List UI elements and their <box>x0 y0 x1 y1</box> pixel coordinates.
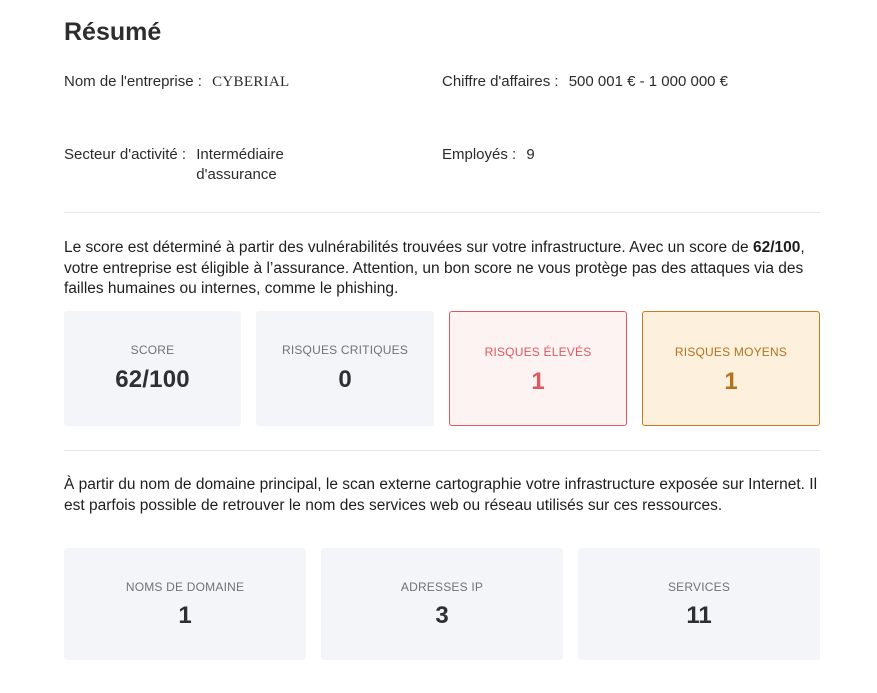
company-name-field: Nom de l'entreprise : CYBERIAL <box>64 72 290 92</box>
divider <box>64 212 820 213</box>
medium-risks-card: RISQUES MOYENS 1 <box>642 311 820 426</box>
domain-names-label: NOMS DE DOMAINE <box>125 580 245 594</box>
high-risks-card: RISQUES ÉLEVÉS 1 <box>449 311 627 426</box>
revenue-value: 500 001 € - 1 000 000 € <box>568 73 729 90</box>
sector-value: Intermédiaire d'assurance <box>196 145 284 185</box>
services-value: 11 <box>686 602 712 629</box>
medium-risks-label: RISQUES MOYENS <box>674 345 788 359</box>
high-risks-value: 1 <box>531 368 545 395</box>
sector-label: Secteur d'activité : <box>64 146 187 163</box>
company-name-label: Nom de l'entreprise : <box>64 73 202 90</box>
summary-page: Résumé Nom de l'entreprise : CYBERIAL Ch… <box>0 0 877 693</box>
score-card: SCORE 62/100 <box>64 311 241 426</box>
divider <box>64 450 820 451</box>
revenue-label: Chiffre d'affaires : <box>442 73 559 90</box>
score-description-bold: 62/100 <box>752 239 801 256</box>
score-card-value: 62/100 <box>115 366 190 393</box>
critical-risks-label: RISQUES CRITIQUES <box>281 343 409 357</box>
domain-names-value: 1 <box>178 602 192 629</box>
employees-value: 9 <box>526 146 535 163</box>
score-description-start: Le score est déterminé à partir des vuln… <box>64 239 753 256</box>
page-title: Résumé <box>64 18 162 46</box>
services-card: SERVICES 11 <box>578 548 820 660</box>
employees-field: Employés : 9 <box>442 145 535 165</box>
ip-addresses-label: ADRESSES IP <box>400 580 484 594</box>
scan-description: À partir du nom de domaine principal, le… <box>64 476 818 514</box>
domain-names-card: NOMS DE DOMAINE 1 <box>64 548 306 660</box>
sector-value-line2: d'assurance <box>196 166 277 183</box>
sector-value-line1: Intermédiaire <box>196 146 284 163</box>
score-card-label: SCORE <box>130 343 175 357</box>
services-label: SERVICES <box>667 580 731 594</box>
revenue-field: Chiffre d'affaires : 500 001 € - 1 000 0… <box>442 72 728 92</box>
ip-addresses-value: 3 <box>435 602 449 629</box>
critical-risks-value: 0 <box>338 366 352 393</box>
sector-field: Secteur d'activité : Intermédiaire d'ass… <box>64 145 284 185</box>
ip-addresses-card: ADRESSES IP 3 <box>321 548 563 660</box>
critical-risks-card: RISQUES CRITIQUES 0 <box>256 311 434 426</box>
company-name-value: CYBERIAL <box>212 74 290 90</box>
medium-risks-value: 1 <box>724 368 738 395</box>
score-description: Le score est déterminé à partir des vuln… <box>64 238 824 300</box>
high-risks-label: RISQUES ÉLEVÉS <box>484 345 592 359</box>
employees-label: Employés : <box>442 146 517 163</box>
